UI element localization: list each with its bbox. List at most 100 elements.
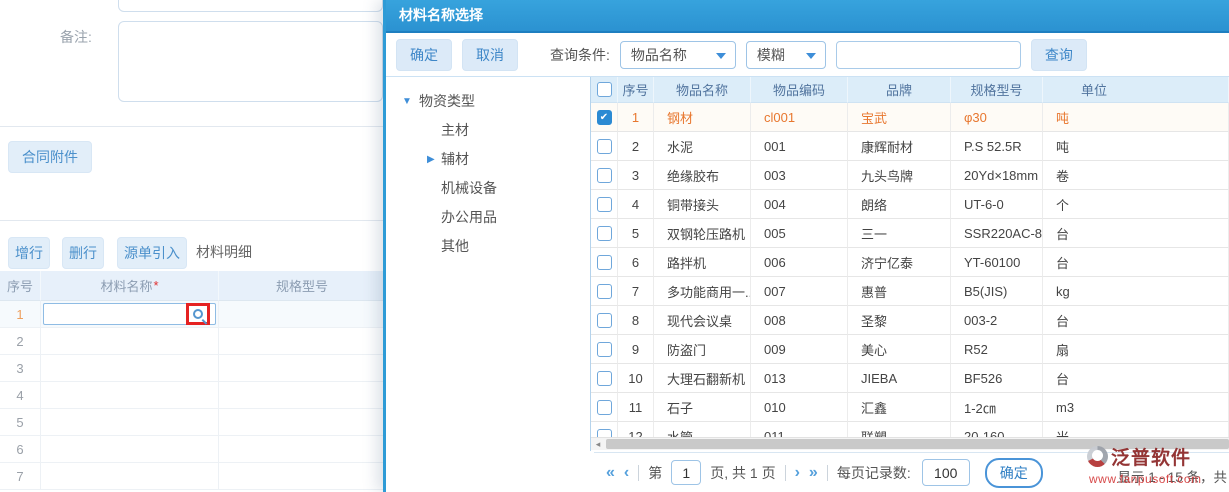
tree-node-office-supplies[interactable]: 办公用品 [386, 203, 590, 232]
field-select[interactable]: 物品名称 [620, 41, 736, 69]
table-row: 7 [0, 463, 386, 490]
row-number: 6 [0, 436, 41, 463]
tree-node-root[interactable]: ▼ 物资类型 [386, 87, 590, 116]
ok-button[interactable]: 确定 [396, 39, 452, 71]
items-table-body: ✔ 1 钢材 cl001 宝武 φ30 吨 2 水泥 001 康辉耐材 P.S … [591, 103, 1229, 437]
cell-brand: 联塑 [848, 422, 951, 437]
material-detail-title: 材料明细 [196, 242, 252, 262]
scrollbar-thumb[interactable] [606, 439, 1229, 449]
first-page-icon[interactable]: « [606, 464, 615, 482]
table-row: 5 [0, 409, 386, 436]
caret-right-icon[interactable]: ▶ [427, 145, 435, 174]
per-page-input[interactable] [922, 459, 970, 486]
search-icon[interactable] [193, 309, 203, 319]
spec-cell[interactable] [219, 301, 386, 328]
search-input[interactable] [836, 41, 1021, 69]
scroll-left-icon[interactable]: ◂ [591, 438, 605, 450]
required-mark: * [153, 278, 158, 293]
table-row[interactable]: 6 路拌机 006 济宁亿泰 YT-60100 台 [591, 248, 1229, 277]
tree-node-other[interactable]: 其他 [386, 232, 590, 261]
spec-cell[interactable] [219, 409, 386, 436]
query-button[interactable]: 查询 [1031, 39, 1087, 71]
cell-name: 现代会议桌 [654, 306, 751, 335]
per-page-confirm-button[interactable]: 确定 [985, 458, 1043, 488]
cell-name: 钢材 [654, 103, 751, 132]
row-checkbox[interactable] [597, 313, 612, 328]
source-import-button[interactable]: 源单引入 [117, 237, 187, 269]
row-checkbox[interactable] [597, 371, 612, 386]
material-name-cell[interactable] [41, 301, 219, 328]
cell-no: 12 [618, 422, 654, 437]
table-row[interactable]: 11 石子 010 汇鑫 1-2㎝ m3 [591, 393, 1229, 422]
table-row[interactable]: 3 绝缘胶布 003 九头鸟牌 20Yd×18mm 卷 [591, 161, 1229, 190]
dialog-titlebar[interactable]: 材料名称选择 [386, 0, 1229, 33]
cell-name: 大理石翻新机 [654, 364, 751, 393]
table-row[interactable]: 7 多功能商用一... 007 惠普 B5(JIS) kg [591, 277, 1229, 306]
header-select-all[interactable] [591, 77, 618, 103]
cancel-button[interactable]: 取消 [462, 39, 518, 71]
material-name-cell[interactable] [41, 463, 219, 490]
tree-node-machinery[interactable]: 机械设备 [386, 174, 590, 203]
row-checkbox[interactable] [597, 197, 612, 212]
dialog-toolbar: 确定 取消 查询条件: 物品名称 模糊 查询 [386, 33, 1229, 77]
cell-brand: 圣黎 [848, 306, 951, 335]
row-checkbox[interactable] [597, 255, 612, 270]
caret-down-icon[interactable]: ▼ [402, 87, 412, 116]
horizontal-scrollbar[interactable]: ◂ [591, 437, 1229, 450]
cell-brand: 康辉耐材 [848, 132, 951, 161]
spec-cell[interactable] [219, 463, 386, 490]
pagination-bar: « ‹ 第 页, 共 1 页 › » 每页记录数: 确定 显示 1 - 15 条… [594, 452, 1229, 492]
row-checkbox[interactable] [597, 342, 612, 357]
chevron-down-icon [716, 53, 726, 59]
table-row[interactable]: 4 铜带接头 004 朗络 UT-6-0 个 [591, 190, 1229, 219]
row-checkbox[interactable] [597, 429, 612, 438]
prev-page-icon[interactable]: ‹ [624, 464, 629, 482]
divider [785, 465, 786, 481]
match-mode-select[interactable]: 模糊 [746, 41, 826, 69]
truncated-input-field[interactable] [118, 0, 383, 12]
items-table: 序号 物品名称 物品编码 品牌 规格型号 单位 ✔ 1 钢材 cl001 宝武 … [591, 77, 1229, 451]
table-row[interactable]: ✔ 1 钢材 cl001 宝武 φ30 吨 [591, 103, 1229, 132]
spec-cell[interactable] [219, 382, 386, 409]
material-name-cell[interactable] [41, 328, 219, 355]
cell-spec: P.S 52.5R [951, 132, 1043, 161]
material-name-cell[interactable] [41, 436, 219, 463]
dialog-body: ▼ 物资类型 主材 ▶ 辅材 机械设备 办公用品 其他 序号 [386, 77, 1229, 451]
spec-cell[interactable] [219, 328, 386, 355]
row-checkbox[interactable] [597, 284, 612, 299]
cell-no: 10 [618, 364, 654, 393]
table-row[interactable]: 10 大理石翻新机 013 JIEBA BF526 台 [591, 364, 1229, 393]
delete-row-button[interactable]: 删行 [62, 237, 104, 269]
row-checkbox[interactable] [597, 400, 612, 415]
next-page-icon[interactable]: › [795, 464, 800, 482]
material-name-cell[interactable] [41, 382, 219, 409]
cell-unit: kg [1043, 277, 1229, 306]
contract-attachment-button[interactable]: 合同附件 [8, 141, 92, 173]
material-name-cell[interactable] [41, 409, 219, 436]
table-row[interactable]: 2 水泥 001 康辉耐材 P.S 52.5R 吨 [591, 132, 1229, 161]
row-checkbox[interactable] [597, 226, 612, 241]
add-row-button[interactable]: 增行 [8, 237, 50, 269]
row-checkbox[interactable] [597, 139, 612, 154]
remark-textarea[interactable] [118, 21, 383, 102]
tree-node-auxiliary-material[interactable]: ▶ 辅材 [386, 145, 590, 174]
row-checkbox[interactable] [597, 168, 612, 183]
page-label: 第 [648, 463, 662, 483]
select-all-checkbox[interactable] [597, 82, 612, 97]
cell-no: 2 [618, 132, 654, 161]
row-checkbox[interactable]: ✔ [597, 110, 612, 125]
table-row[interactable]: 5 双钢轮压路机 005 三一 SSR220AC-8 台 [591, 219, 1229, 248]
cell-spec: YT-60100 [951, 248, 1043, 277]
table-row[interactable]: 9 防盗门 009 美心 R52 扇 [591, 335, 1229, 364]
last-page-icon[interactable]: » [809, 464, 818, 482]
tree-node-main-material[interactable]: 主材 [386, 116, 590, 145]
table-row[interactable]: 8 现代会议桌 008 圣黎 003-2 台 [591, 306, 1229, 335]
cell-code: 008 [751, 306, 848, 335]
spec-cell[interactable] [219, 355, 386, 382]
cell-unit: 吨 [1043, 132, 1229, 161]
cell-spec: BF526 [951, 364, 1043, 393]
spec-cell[interactable] [219, 436, 386, 463]
page-number-input[interactable] [671, 460, 701, 485]
material-name-cell[interactable] [41, 355, 219, 382]
table-row[interactable]: 12 水管 011 联塑 20-160 米 [591, 422, 1229, 437]
